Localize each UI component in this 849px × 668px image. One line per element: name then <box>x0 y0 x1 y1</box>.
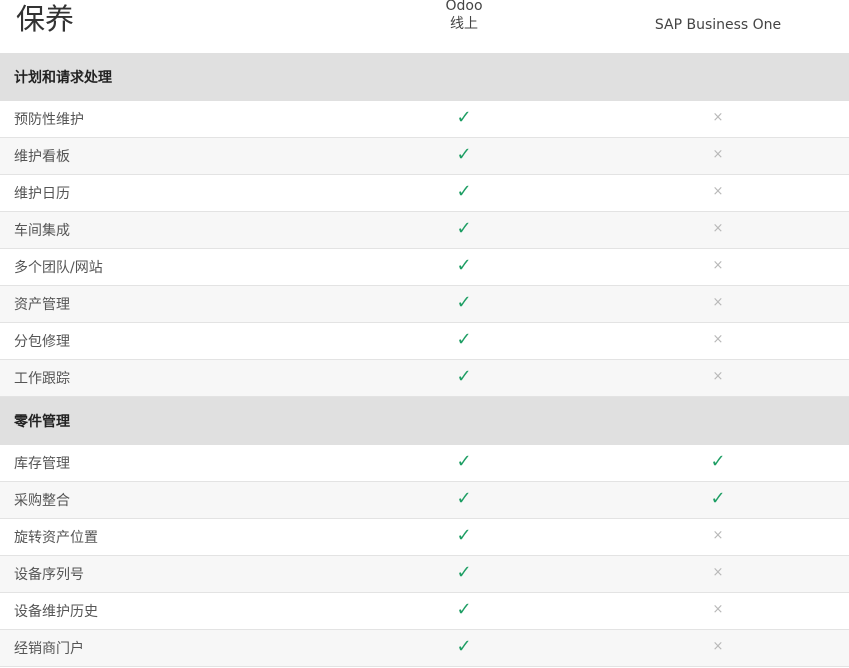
feature-row: 多个团队/网站 ✓ × <box>0 249 849 286</box>
feature-row: 车间集成 ✓ × <box>0 212 849 249</box>
cross-icon: × <box>712 147 724 162</box>
comparison-table: 计划和请求处理预防性维护 ✓ × 维护看板 ✓ × 维护日历 ✓ × 车间集成 ✓ × 多个团队/网站 ✓… <box>0 53 849 667</box>
cross-icon: × <box>712 639 724 654</box>
section-header: 零件管理 <box>0 397 849 445</box>
check-icon: ✓ <box>456 562 472 583</box>
feature-label: 资产管理 <box>14 297 70 313</box>
check-icon: ✓ <box>456 107 472 128</box>
feature-label: 维护看板 <box>14 149 70 165</box>
cross-icon: × <box>712 369 724 384</box>
odoo-label: Odoo <box>445 0 483 14</box>
feature-row: 维护日历 ✓ × <box>0 175 849 212</box>
feature-row: 预防性维护 ✓ × <box>0 101 849 138</box>
feature-row: 设备维护历史 ✓ × <box>0 593 849 630</box>
check-icon: ✓ <box>456 144 472 165</box>
cross-icon: × <box>712 295 724 310</box>
feature-label: 分包修理 <box>14 334 70 350</box>
cross-icon: × <box>712 565 724 580</box>
feature-row: 旋转资产位置 ✓ × <box>0 519 849 556</box>
feature-row: 工作跟踪 ✓ × <box>0 360 849 397</box>
check-icon: ✓ <box>456 636 472 657</box>
cross-icon: × <box>712 184 724 199</box>
check-icon: ✓ <box>456 451 472 472</box>
cross-icon: × <box>712 528 724 543</box>
page-title: 保养 <box>16 2 75 36</box>
feature-label: 采购整合 <box>14 493 70 509</box>
feature-label: 经销商门户 <box>14 641 84 657</box>
feature-label: 车间集成 <box>14 223 70 239</box>
feature-label: 设备序列号 <box>14 567 84 583</box>
section-rows: 库存管理 ✓ ✓ 采购整合 ✓ ✓ 旋转资产位置 ✓ × 设备序列号 ✓ × 设备维护历史 ✓ × 经销商门户… <box>0 445 849 667</box>
check-icon: ✓ <box>710 488 726 509</box>
column-header-odoo: Odoo 线上 <box>420 0 508 33</box>
feature-label: 库存管理 <box>14 456 70 472</box>
feature-label: 多个团队/网站 <box>14 260 103 276</box>
feature-row: 采购整合 ✓ ✓ <box>0 482 849 519</box>
feature-label: 设备维护历史 <box>14 604 98 620</box>
check-icon: ✓ <box>456 599 472 620</box>
section-header: 计划和请求处理 <box>0 53 849 101</box>
column-header-sap: SAP Business One <box>654 17 782 33</box>
feature-row: 维护看板 ✓ × <box>0 138 849 175</box>
feature-row: 设备序列号 ✓ × <box>0 556 849 593</box>
cross-icon: × <box>712 110 724 125</box>
feature-row: 库存管理 ✓ ✓ <box>0 445 849 482</box>
comparison-header: 保养 Odoo 线上 SAP Business One <box>0 0 849 53</box>
cross-icon: × <box>712 332 724 347</box>
odoo-edition-label: 线上 <box>450 16 478 32</box>
feature-label: 旋转资产位置 <box>14 530 98 546</box>
cross-icon: × <box>712 258 724 273</box>
feature-label: 维护日历 <box>14 186 70 202</box>
check-icon: ✓ <box>456 525 472 546</box>
check-icon: ✓ <box>456 181 472 202</box>
check-icon: ✓ <box>456 488 472 509</box>
feature-row: 经销商门户 ✓ × <box>0 630 849 667</box>
feature-row: 分包修理 ✓ × <box>0 323 849 360</box>
check-icon: ✓ <box>456 218 472 239</box>
check-icon: ✓ <box>456 292 472 313</box>
cross-icon: × <box>712 602 724 617</box>
section-rows: 预防性维护 ✓ × 维护看板 ✓ × 维护日历 ✓ × 车间集成 ✓ × 多个团队/网站 ✓ × 资产管理 ✓ ×… <box>0 101 849 397</box>
check-icon: ✓ <box>456 366 472 387</box>
check-icon: ✓ <box>456 329 472 350</box>
check-icon: ✓ <box>710 451 726 472</box>
feature-row: 资产管理 ✓ × <box>0 286 849 323</box>
feature-label: 预防性维护 <box>14 112 84 128</box>
check-icon: ✓ <box>456 255 472 276</box>
feature-label: 工作跟踪 <box>14 371 70 387</box>
cross-icon: × <box>712 221 724 236</box>
